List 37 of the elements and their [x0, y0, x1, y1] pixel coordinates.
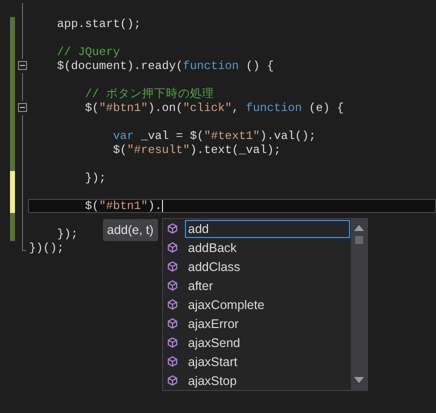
- cube-icon: [167, 261, 178, 272]
- code-line: $("#btn1").on("click", function (e) {: [84, 101, 344, 115]
- code-line: $("#result").text(_val);: [112, 143, 281, 157]
- cube-icon: [167, 375, 178, 386]
- code-line: $(document).ready(function () {: [56, 59, 274, 73]
- code-line: });: [84, 171, 106, 185]
- completion-item[interactable]: ajaxError: [185, 314, 350, 332]
- cube-icon: [167, 280, 178, 291]
- completion-item[interactable]: ajaxComplete: [185, 296, 350, 314]
- cube-icon: [167, 242, 178, 253]
- collapse-icon[interactable]: [18, 61, 27, 70]
- text-cursor: [162, 199, 163, 212]
- scroll-down-icon[interactable]: [354, 377, 364, 383]
- scrollbar[interactable]: [351, 219, 367, 390]
- cube-icon: [167, 356, 178, 367]
- scroll-thumb[interactable]: [355, 236, 363, 244]
- completion-item[interactable]: after: [185, 276, 350, 294]
- cube-icon: [167, 223, 178, 234]
- code-line: var _val = $("#text1").val();: [112, 129, 316, 143]
- code-line: });: [56, 227, 78, 241]
- completion-item[interactable]: addBack: [185, 238, 350, 256]
- completion-item[interactable]: ajaxStart: [185, 352, 350, 370]
- signature-tooltip: add(e, t): [103, 219, 158, 241]
- code-line: })();: [29, 241, 64, 255]
- completion-item[interactable]: addClass: [185, 258, 350, 276]
- code-line: $("#btn1").: [84, 199, 162, 213]
- completion-item[interactable]: ajaxStop: [185, 372, 350, 390]
- completion-item[interactable]: ajaxSend: [185, 334, 350, 352]
- code-line: // JQuery: [56, 45, 120, 59]
- scroll-up-icon[interactable]: [354, 225, 364, 231]
- cube-icon: [167, 337, 178, 348]
- completion-item[interactable]: add: [185, 220, 350, 238]
- cube-icon: [167, 299, 178, 310]
- code-line: app.start();: [56, 17, 141, 31]
- collapse-icon[interactable]: [18, 103, 27, 112]
- code-line: // ボタン押下時の処理: [84, 87, 214, 101]
- cube-icon: [167, 318, 178, 329]
